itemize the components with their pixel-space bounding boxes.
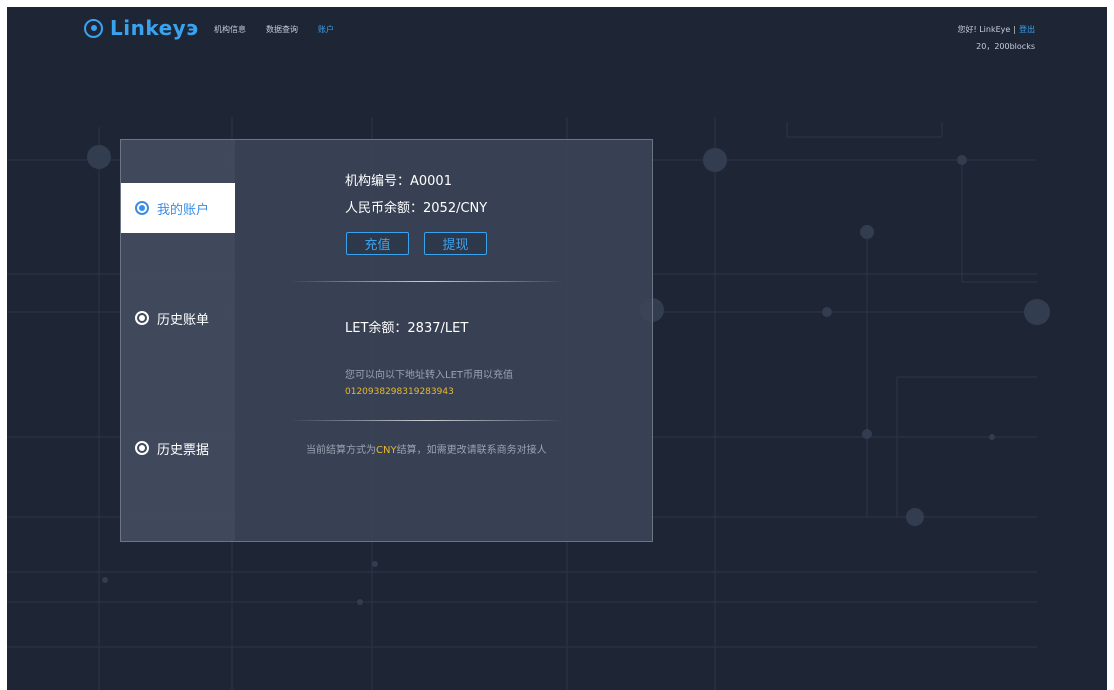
logout-link[interactable]: 登出	[1019, 25, 1035, 34]
nav-item-account[interactable]: 账户	[318, 24, 334, 35]
logo-ring-icon	[84, 18, 103, 38]
nav-item-data-query[interactable]: 数据查询	[266, 24, 298, 35]
sidebar-item-my-account[interactable]: 我的账户	[121, 183, 235, 233]
cny-balance: 人民币余额：2052/CNY	[345, 201, 488, 216]
settlement-notice: 当前结算方式为CNY结算，如需更改请联系商务对接人	[306, 441, 547, 456]
main-nav: 机构信息 数据查询 账户	[214, 24, 334, 35]
top-header: Linkeyэ 机构信息 数据查询 账户 您好! LinkEye | 登出 20，2…	[7, 7, 1107, 67]
notice-currency: CNY	[376, 445, 397, 456]
radio-icon	[135, 441, 149, 455]
account-content: 机构编号：A0001 人民币余额：2052/CNY 充值 提现 LET余额：28…	[235, 140, 652, 541]
section-divider	[290, 420, 565, 421]
notice-suffix: 结算，如需更改请联系商务对接人	[396, 445, 547, 456]
block-count: 20，200blocks	[976, 42, 1035, 51]
user-greeting: 您好! LinkEye	[957, 25, 1011, 34]
sidebar-item-label: 历史票据	[157, 442, 210, 458]
account-panel: 我的账户 历史账单 历史票据 机构编号：A0001 人民币余额：2052/CNY…	[120, 139, 653, 542]
transfer-hint: 您可以向以下地址转入LET币用以充值	[345, 370, 513, 381]
radio-selected-icon	[135, 201, 149, 215]
withdraw-button[interactable]: 提现	[424, 232, 487, 255]
logo-text: Linkeyэ	[110, 16, 199, 40]
sidebar-item-label: 我的账户	[157, 202, 210, 218]
let-balance: LET余额：2837/LET	[345, 321, 469, 336]
user-separator: |	[1013, 25, 1016, 34]
notice-prefix: 当前结算方式为	[306, 445, 376, 456]
sidebar-item-bill-history[interactable]: 历史账单	[121, 293, 235, 343]
user-info: 您好! LinkEye | 登出 20，200blocks	[957, 21, 1035, 55]
linkeye-logo[interactable]: Linkeyэ	[84, 16, 199, 40]
let-address: 0120938298319283943	[345, 387, 454, 397]
radio-icon	[135, 311, 149, 325]
org-number: 机构编号：A0001	[345, 174, 452, 189]
nav-item-org-info[interactable]: 机构信息	[214, 24, 246, 35]
sidebar-item-receipt-history[interactable]: 历史票据	[121, 423, 235, 473]
account-sidebar: 我的账户 历史账单 历史票据	[121, 140, 235, 541]
section-divider	[290, 281, 565, 282]
recharge-button[interactable]: 充值	[346, 232, 409, 255]
app-screen: Linkeyэ 机构信息 数据查询 账户 您好! LinkEye | 登出 20，2…	[7, 7, 1107, 690]
sidebar-item-label: 历史账单	[157, 312, 210, 328]
